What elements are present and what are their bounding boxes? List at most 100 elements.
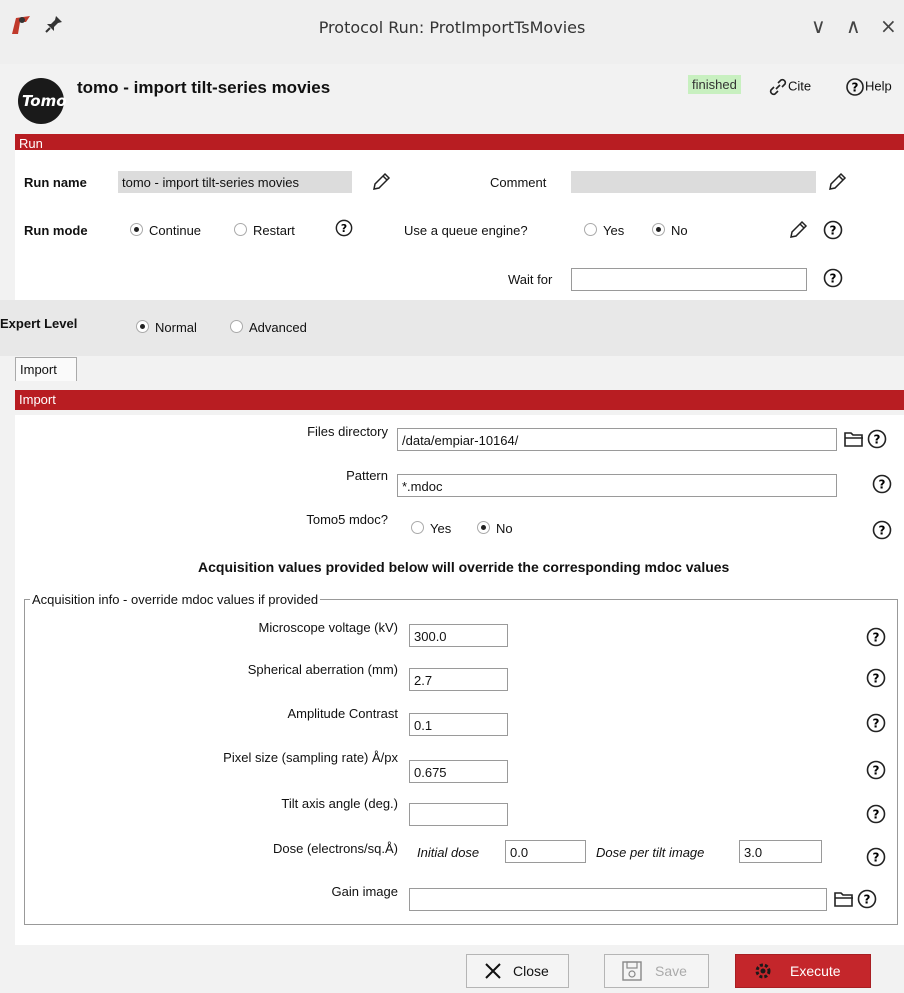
- tilt-axis-help-icon[interactable]: ?: [866, 804, 886, 828]
- svg-text:?: ?: [879, 524, 886, 538]
- voltage-label: Microscope voltage (kV): [258, 620, 398, 635]
- voltage-field[interactable]: 300.0: [409, 624, 508, 647]
- import-section-header: Import: [15, 390, 904, 410]
- svg-text:?: ?: [341, 222, 347, 235]
- save-icon: [622, 961, 642, 981]
- files-directory-help-icon[interactable]: ?: [867, 429, 887, 453]
- dose-label: Dose (electrons/sq.Å): [273, 841, 398, 856]
- tomo5-yes-label: Yes: [430, 521, 452, 536]
- queue-no-label: No: [671, 223, 688, 238]
- initial-dose-label: Initial dose: [417, 845, 480, 860]
- pattern-label: Pattern: [346, 468, 388, 483]
- queue-help-icon[interactable]: ?: [823, 220, 843, 244]
- gain-image-help-icon[interactable]: ?: [857, 889, 877, 913]
- edit-run-name-icon[interactable]: [370, 171, 392, 197]
- amplitude-field[interactable]: 0.1: [409, 713, 508, 736]
- svg-text:?: ?: [873, 672, 880, 686]
- svg-text:?: ?: [830, 272, 837, 286]
- dose-per-tilt-field[interactable]: 3.0: [739, 840, 822, 863]
- dose-per-tilt-label: Dose per tilt image: [596, 845, 705, 860]
- run-name-label: Run name: [24, 175, 87, 190]
- run-mode-continue-radio[interactable]: Continue: [130, 223, 201, 238]
- help-link[interactable]: ? Help: [845, 77, 892, 97]
- continue-label: Continue: [149, 223, 202, 238]
- minimize-button[interactable]: ∨: [811, 14, 826, 38]
- close-button[interactable]: Close: [466, 954, 569, 988]
- queue-no-radio[interactable]: No: [652, 223, 688, 238]
- status-badge: finished: [688, 75, 741, 94]
- svg-text:?: ?: [874, 433, 881, 447]
- edit-queue-icon[interactable]: [787, 219, 809, 245]
- close-window-button[interactable]: ×: [880, 14, 897, 38]
- help-icon: ?: [846, 78, 864, 96]
- svg-text:?: ?: [879, 478, 886, 492]
- pattern-help-icon[interactable]: ?: [872, 474, 892, 498]
- override-note: Acquisition values provided below will o…: [198, 559, 730, 575]
- svg-text:?: ?: [864, 893, 871, 907]
- run-mode-help-icon[interactable]: ?: [335, 219, 353, 241]
- cs-field[interactable]: 2.7: [409, 668, 508, 691]
- execute-button[interactable]: Execute: [735, 954, 871, 988]
- close-icon: [485, 963, 501, 979]
- pixel-size-field[interactable]: 0.675: [409, 760, 508, 783]
- cs-label: Spherical aberration (mm): [247, 662, 398, 677]
- gain-image-field[interactable]: [409, 888, 827, 911]
- svg-text:?: ?: [873, 764, 880, 778]
- run-mode-label: Run mode: [24, 223, 88, 238]
- svg-text:?: ?: [830, 224, 837, 238]
- svg-text:?: ?: [873, 717, 880, 731]
- tilt-axis-label: Tilt axis angle (deg.): [281, 796, 398, 811]
- cs-help-icon[interactable]: ?: [866, 668, 886, 692]
- initial-dose-field[interactable]: 0.0: [505, 840, 586, 863]
- save-button[interactable]: Save: [604, 954, 709, 988]
- pattern-field[interactable]: *.mdoc: [397, 474, 837, 497]
- voltage-help-icon[interactable]: ?: [866, 627, 886, 651]
- files-directory-field[interactable]: /data/empiar-10164/: [397, 428, 837, 451]
- comment-field[interactable]: [571, 171, 816, 193]
- help-label: Help: [865, 78, 892, 94]
- tilt-axis-field[interactable]: [409, 803, 508, 826]
- advanced-label: Advanced: [249, 320, 307, 335]
- logo-text: Tomo: [22, 92, 67, 110]
- cite-label: Cite: [788, 78, 812, 94]
- tab-import[interactable]: Import: [15, 357, 77, 381]
- amplitude-help-icon[interactable]: ?: [866, 713, 886, 737]
- protocol-title: tomo - import tilt-series movies: [77, 78, 331, 97]
- tomo5-help-icon[interactable]: ?: [872, 520, 892, 544]
- pixel-size-help-icon[interactable]: ?: [866, 760, 886, 784]
- tomo5-label: Tomo5 mdoc?: [306, 512, 388, 527]
- expert-normal-radio[interactable]: Normal: [136, 320, 197, 335]
- normal-label: Normal: [155, 320, 197, 335]
- acquisition-group-title: Acquisition info - override mdoc values …: [30, 592, 321, 607]
- expert-level-label: Expert Level: [0, 316, 78, 331]
- amplitude-label: Amplitude Contrast: [287, 706, 398, 721]
- cite-link[interactable]: Cite: [768, 77, 811, 97]
- svg-text:?: ?: [873, 851, 880, 865]
- tomo5-yes-radio[interactable]: Yes: [411, 521, 451, 536]
- close-label: Close: [513, 963, 549, 979]
- pixel-size-label: Pixel size (sampling rate) Å/px: [223, 750, 398, 765]
- expert-advanced-radio[interactable]: Advanced: [230, 320, 307, 335]
- tomo5-no-radio[interactable]: No: [477, 521, 513, 536]
- browse-folder-icon[interactable]: [843, 429, 865, 453]
- dose-help-icon[interactable]: ?: [866, 847, 886, 871]
- wait-for-help-icon[interactable]: ?: [823, 268, 843, 292]
- link-icon: [769, 78, 787, 96]
- tomo5-no-label: No: [496, 521, 513, 536]
- edit-comment-icon[interactable]: [826, 171, 848, 197]
- svg-text:?: ?: [873, 808, 880, 822]
- gain-image-label: Gain image: [331, 884, 398, 899]
- save-label: Save: [655, 963, 687, 979]
- queue-label: Use a queue engine?: [404, 223, 528, 238]
- files-directory-label: Files directory: [307, 424, 388, 439]
- gears-icon: [755, 963, 771, 979]
- maximize-button[interactable]: ∧: [846, 14, 861, 38]
- svg-text:?: ?: [873, 631, 880, 645]
- run-mode-restart-radio[interactable]: Restart: [234, 223, 295, 238]
- wait-for-field[interactable]: [571, 268, 807, 291]
- queue-yes-radio[interactable]: Yes: [584, 223, 624, 238]
- run-name-field[interactable]: tomo - import tilt-series movies: [118, 171, 352, 193]
- execute-label: Execute: [790, 963, 841, 979]
- svg-text:?: ?: [852, 81, 859, 95]
- browse-gain-folder-icon[interactable]: [833, 889, 855, 913]
